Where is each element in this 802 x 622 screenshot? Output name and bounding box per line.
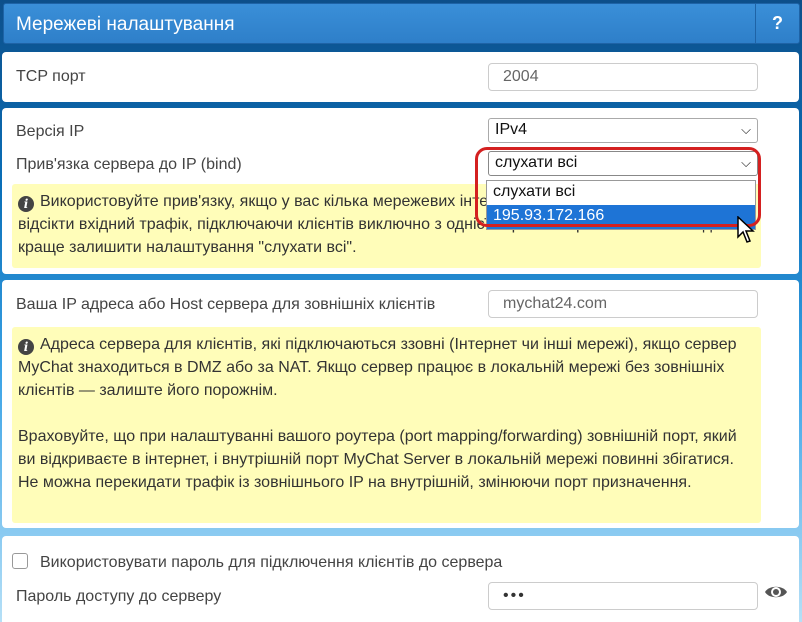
eye-icon[interactable] bbox=[764, 582, 788, 602]
host-note-text-1: Адреса сервера для клієнтів, які підключ… bbox=[18, 336, 737, 399]
mouse-cursor-icon bbox=[737, 216, 755, 243]
highlight-ring bbox=[475, 147, 761, 227]
chevron-down-icon: ⌵ bbox=[741, 122, 751, 137]
password-label: Пароль доступу до серверу bbox=[16, 588, 222, 605]
info-icon: i bbox=[18, 196, 34, 212]
use-password-checkbox[interactable] bbox=[12, 553, 28, 569]
host-label: Ваша IP адреса або Host сервера для зовн… bbox=[16, 296, 436, 313]
bind-label: Прив'язка сервера до IP (bind) bbox=[16, 156, 242, 173]
help-button[interactable]: ? bbox=[755, 4, 799, 43]
tcp-port-input[interactable]: 2004 bbox=[488, 63, 758, 91]
host-note-text-2: Враховуйте, що при налаштуванні вашого р… bbox=[18, 428, 737, 491]
password-input[interactable]: ••• bbox=[488, 582, 758, 610]
info-icon: i bbox=[18, 339, 34, 355]
ip-version-label: Версія IP bbox=[16, 123, 85, 140]
page-title: Мережеві налаштування bbox=[16, 14, 235, 35]
panel-header: Мережеві налаштування ? bbox=[3, 3, 800, 44]
password-card: Використовувати пароль для підключення к… bbox=[2, 536, 799, 622]
tcp-port-label: TCP порт bbox=[16, 68, 86, 85]
host-card: Ваша IP адреса або Host сервера для зовн… bbox=[2, 280, 799, 528]
use-password-label: Використовувати пароль для підключення к… bbox=[40, 554, 503, 571]
tcp-port-card: TCP порт 2004 bbox=[2, 52, 799, 102]
host-input[interactable]: mychat24.com bbox=[488, 290, 758, 318]
ip-version-value: IPv4 bbox=[495, 121, 528, 138]
ip-version-select[interactable]: IPv4 ⌵ bbox=[488, 118, 758, 143]
host-note: i Адреса сервера для клієнтів, які підклю… bbox=[12, 327, 761, 523]
